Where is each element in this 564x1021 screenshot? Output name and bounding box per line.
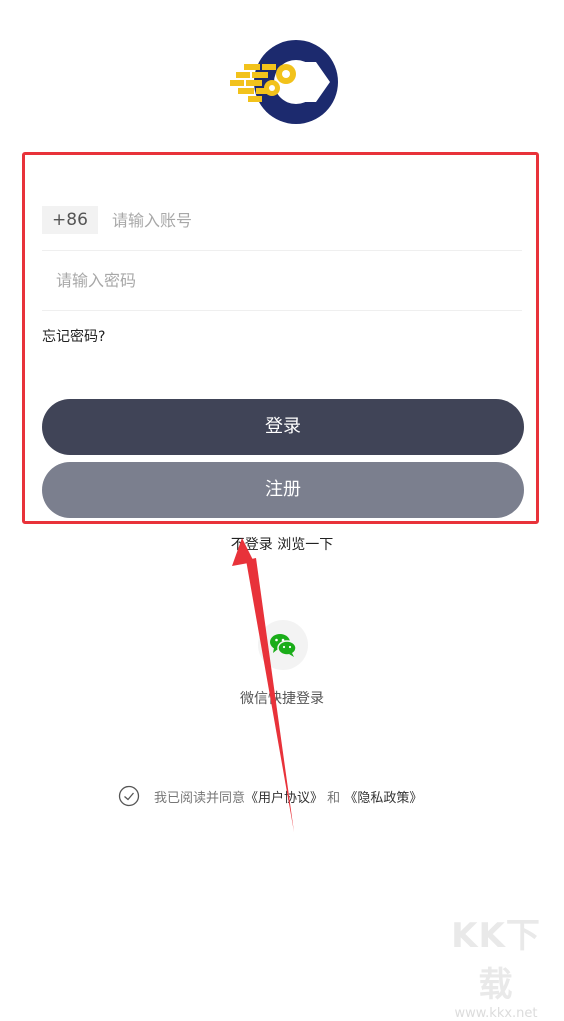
password-row — [42, 250, 522, 311]
watermark: KK下载 www.kkx.net — [436, 908, 556, 1021]
agreement-prefix: 我已阅读并同意 — [154, 791, 246, 806]
wechat-login-label: 微信快捷登录 — [240, 691, 324, 707]
user-agreement-link[interactable]: 《用户协议》 — [245, 791, 323, 806]
agreement-checkbox-icon[interactable] — [118, 785, 140, 807]
app-logo — [230, 40, 338, 124]
privacy-policy-link[interactable]: 《隐私政策》 — [344, 791, 422, 806]
login-button[interactable]: 登录 — [42, 399, 524, 455]
wechat-icon — [270, 634, 297, 657]
account-row: +86 — [42, 190, 522, 251]
browse-without-login-link[interactable]: 不登录 浏览一下 — [0, 534, 564, 554]
watermark-logo: KK下载 — [451, 916, 541, 1005]
forgot-password-link[interactable]: 忘记密码? — [42, 326, 105, 346]
agreement-conjunction: 和 — [327, 791, 341, 806]
wechat-login-button[interactable] — [258, 620, 308, 670]
password-input[interactable] — [56, 250, 512, 310]
register-button[interactable]: 注册 — [42, 462, 524, 518]
account-input[interactable] — [112, 190, 512, 250]
watermark-url: www.kkx.net — [454, 1006, 538, 1021]
country-code-selector[interactable]: +86 — [42, 206, 98, 234]
agreement-text: 我已阅读并同意《用户协议》 和 《隐私政策》 — [154, 787, 422, 806]
